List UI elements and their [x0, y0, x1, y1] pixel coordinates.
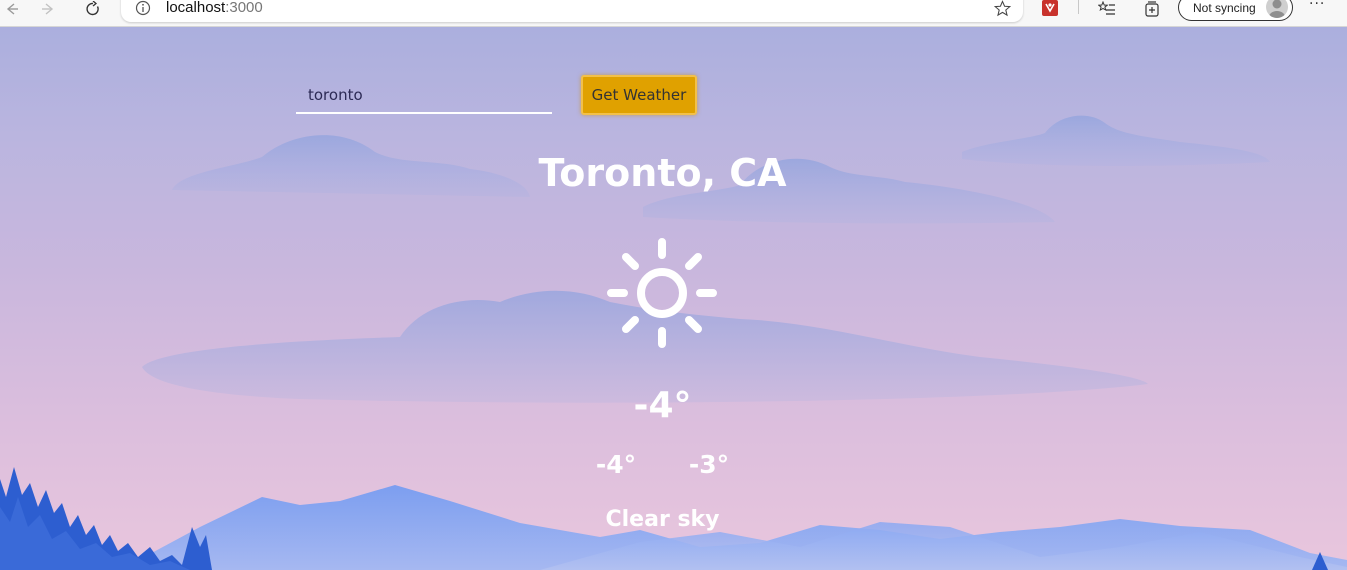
more-menu-icon[interactable]: ··· — [1309, 0, 1325, 12]
back-icon[interactable] — [0, 0, 24, 18]
extension-icon[interactable] — [1040, 0, 1060, 18]
forward-icon[interactable] — [36, 0, 60, 18]
collections-icon[interactable] — [1142, 0, 1162, 18]
weather-app: Get Weather Toronto, CA -4° -4° -3° Clea… — [0, 27, 1347, 570]
info-icon[interactable] — [135, 0, 151, 16]
sun-icon — [607, 238, 717, 348]
weather-description: Clear sky — [605, 507, 720, 532]
sync-status-label: Not syncing — [1193, 1, 1256, 15]
address-url: localhost:3000 — [166, 0, 263, 16]
profile-sync-button[interactable]: Not syncing — [1178, 0, 1293, 21]
favorite-star-icon[interactable] — [994, 0, 1011, 17]
favorites-list-icon[interactable] — [1097, 0, 1117, 18]
profile-avatar-icon — [1266, 0, 1288, 18]
max-temperature: -3° — [688, 450, 730, 479]
city-name: Toronto, CA — [538, 151, 787, 195]
address-bar[interactable]: localhost:3000 — [121, 0, 1023, 22]
refresh-icon[interactable] — [81, 0, 105, 18]
browser-toolbar: localhost:3000 Not syncing ··· — [0, 0, 1347, 27]
current-temperature: -4° — [633, 385, 692, 426]
city-search-input[interactable] — [296, 77, 552, 114]
min-temperature: -4° — [595, 450, 637, 479]
toolbar-divider — [1078, 0, 1079, 14]
temperature-range: -4° -3° — [0, 450, 1325, 479]
get-weather-button[interactable]: Get Weather — [581, 75, 697, 115]
